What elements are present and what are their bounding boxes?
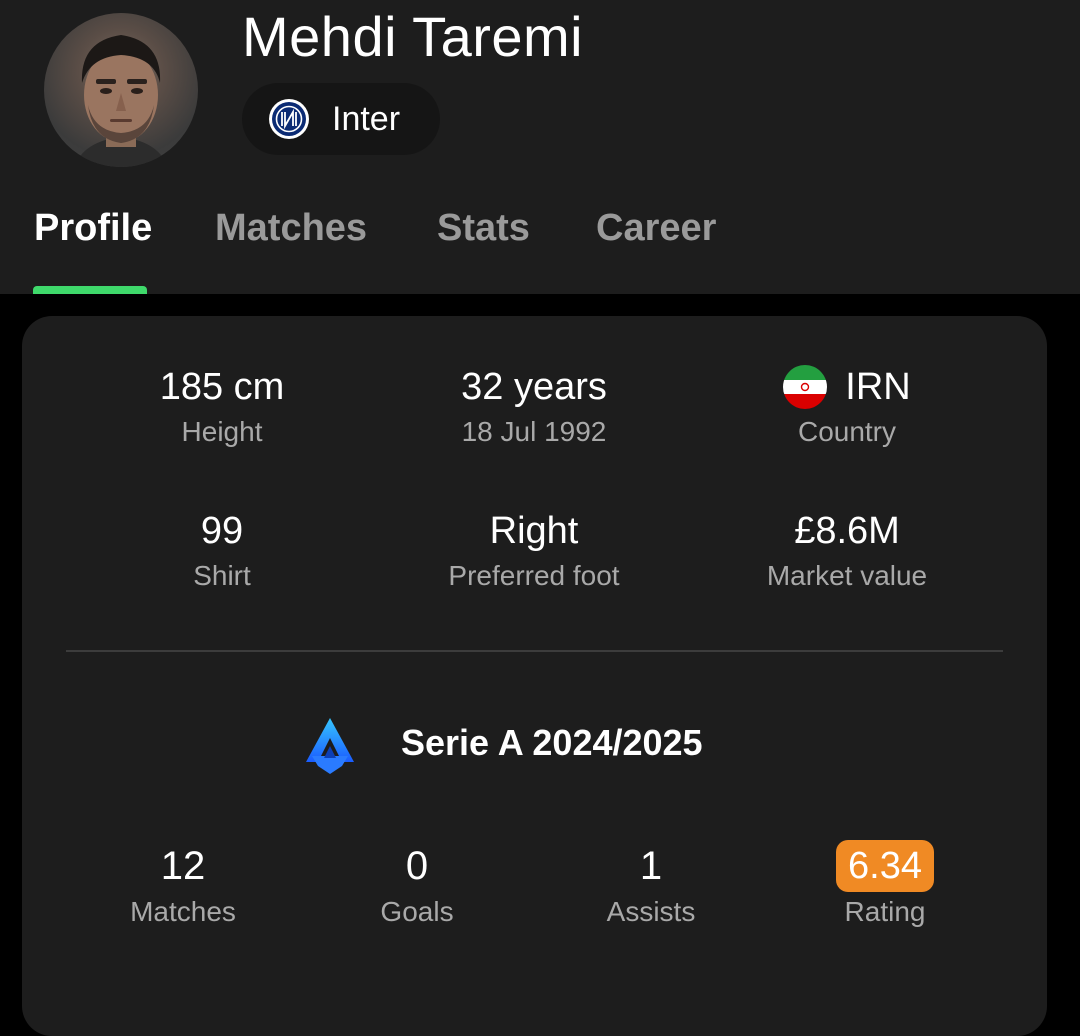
age-value: 32 years — [461, 365, 607, 408]
team-name: Inter — [332, 99, 401, 138]
goals-value: 0 — [405, 843, 429, 888]
team-chip[interactable]: Inter — [242, 83, 440, 155]
height-info: 185 cm Height — [52, 364, 392, 448]
goals-label: Goals — [380, 896, 454, 927]
shirt-label: Shirt — [193, 560, 251, 591]
rating-label: Rating — [844, 896, 926, 927]
section-divider — [66, 650, 1003, 652]
age-info: 32 years 18 Jul 1992 — [364, 364, 704, 448]
market-value-info[interactable]: £8.6M Market value — [677, 508, 1017, 592]
league-header[interactable]: Serie A 2024/2025 — [22, 716, 1047, 776]
goals-stat: 0 Goals — [300, 840, 534, 928]
assists-stat: 1 Assists — [534, 840, 768, 928]
foot-value: Right — [489, 509, 579, 552]
country-label: Country — [797, 416, 897, 447]
rating-stat: 6.34 Rating — [768, 840, 1002, 928]
shirt-value: 99 — [200, 509, 244, 552]
profile-card: 185 cm Height 32 years 18 Jul 1992 IRN C… — [22, 316, 1047, 1036]
active-tab-indicator — [33, 286, 147, 294]
market-value-label: Market value — [766, 560, 928, 591]
assists-value: 1 — [639, 843, 663, 888]
tab-matches[interactable]: Matches — [215, 207, 367, 250]
assists-label: Assists — [606, 896, 696, 927]
height-label: Height — [181, 416, 263, 447]
foot-info: Right Preferred foot — [364, 508, 704, 592]
country-value: IRN — [845, 365, 911, 408]
player-avatar — [44, 13, 198, 167]
matches-label: Matches — [130, 896, 236, 927]
height-value: 185 cm — [159, 365, 285, 408]
matches-stat: 12 Matches — [66, 840, 300, 928]
rating-badge: 6.34 — [836, 840, 934, 892]
league-name: Serie A 2024/2025 — [401, 722, 703, 763]
country-info[interactable]: IRN Country — [677, 364, 1017, 448]
inter-logo-icon — [269, 99, 309, 139]
matches-value: 12 — [160, 843, 206, 888]
tab-stats[interactable]: Stats — [437, 207, 530, 250]
shirt-info: 99 Shirt — [52, 508, 392, 592]
market-value: £8.6M — [794, 509, 900, 552]
tab-profile[interactable]: Profile — [34, 207, 152, 250]
tab-career[interactable]: Career — [596, 207, 716, 250]
birth-date: 18 Jul 1992 — [461, 416, 607, 447]
player-name: Mehdi Taremi — [242, 5, 584, 68]
foot-label: Preferred foot — [448, 560, 620, 591]
iran-flag-icon — [783, 365, 828, 409]
tab-bar: Profile Matches Stats Career — [0, 200, 1080, 294]
player-header: Mehdi Taremi Inter Profile Matches Stats… — [0, 0, 1080, 294]
serie-a-logo-icon — [306, 718, 354, 774]
